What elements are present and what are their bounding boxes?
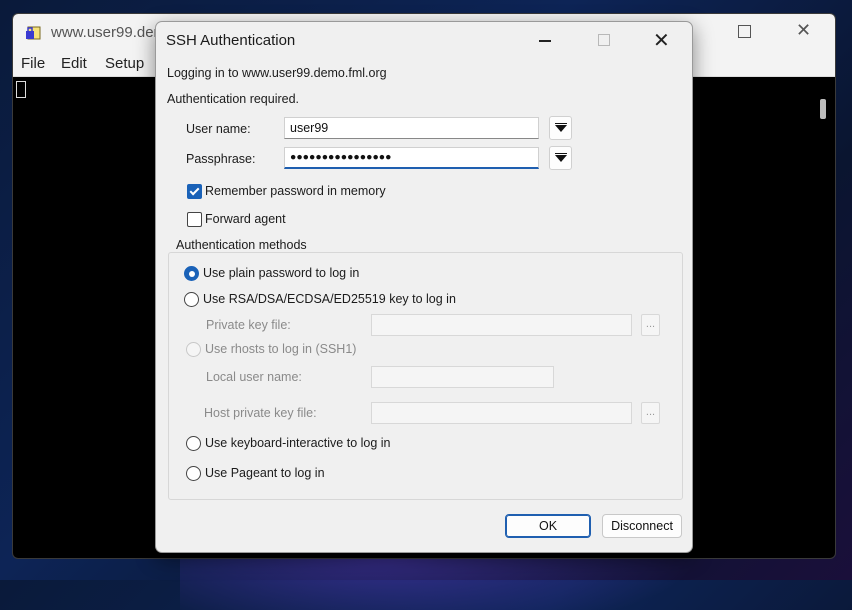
- maximize-icon: [598, 34, 610, 46]
- terminal-scrollbar[interactable]: [820, 99, 826, 119]
- menu-file[interactable]: File: [21, 55, 45, 72]
- auth-methods-legend: Authentication methods: [172, 238, 311, 252]
- host-key-field: [371, 402, 632, 424]
- forward-agent-label[interactable]: Forward agent: [205, 212, 286, 226]
- passphrase-label: Passphrase:: [186, 152, 256, 166]
- keyboard-interactive-radio[interactable]: [186, 436, 201, 451]
- private-key-field: [371, 314, 632, 336]
- app-icon: [26, 26, 41, 40]
- terminal-cursor: [16, 81, 26, 98]
- dialog-title: SSH Authentication: [166, 32, 296, 49]
- passphrase-history-button[interactable]: [549, 146, 572, 170]
- rsa-key-label[interactable]: Use RSA/DSA/ECDSA/ED25519 key to log in: [203, 292, 456, 306]
- chevron-down-icon: [555, 155, 567, 162]
- maximize-icon[interactable]: [738, 25, 751, 38]
- ok-button[interactable]: OK: [505, 514, 591, 538]
- minimize-icon[interactable]: [539, 40, 551, 42]
- pageant-radio[interactable]: [186, 466, 201, 481]
- ssh-auth-dialog: SSH Authentication ✕ Logging in to www.u…: [155, 21, 693, 553]
- dropdown-bar-icon: [555, 123, 567, 124]
- local-user-field: [371, 366, 554, 388]
- private-key-browse-button: ...: [641, 314, 660, 336]
- rsa-key-radio[interactable]: [184, 292, 199, 307]
- logging-in-text: Logging in to www.user99.demo.fml.org: [167, 66, 387, 80]
- menu-setup[interactable]: Setup: [105, 55, 144, 72]
- plain-password-label[interactable]: Use plain password to log in: [203, 266, 359, 280]
- private-key-label: Private key file:: [206, 318, 291, 332]
- pageant-label[interactable]: Use Pageant to log in: [205, 466, 325, 480]
- host-key-browse-button: ...: [641, 402, 660, 424]
- terminal-title: www.user99.dem: [51, 24, 167, 41]
- close-icon[interactable]: ✕: [796, 20, 811, 41]
- chevron-down-icon: [555, 125, 567, 132]
- auth-required-text: Authentication required.: [167, 92, 300, 106]
- disconnect-button[interactable]: Disconnect: [602, 514, 682, 538]
- keyboard-interactive-label[interactable]: Use keyboard-interactive to log in: [205, 436, 391, 450]
- forward-agent-checkbox[interactable]: [187, 212, 202, 227]
- rhosts-radio: [186, 342, 201, 357]
- dropdown-bar-icon: [555, 153, 567, 154]
- close-icon[interactable]: ✕: [653, 28, 670, 53]
- rhosts-label: Use rhosts to log in (SSH1): [205, 342, 357, 356]
- remember-password-checkbox[interactable]: [187, 184, 202, 199]
- menu-edit[interactable]: Edit: [61, 55, 87, 72]
- host-key-label: Host private key file:: [204, 406, 317, 420]
- passphrase-field[interactable]: ●●●●●●●●●●●●●●●●: [284, 147, 539, 169]
- username-history-button[interactable]: [549, 116, 572, 140]
- remember-password-label[interactable]: Remember password in memory: [205, 184, 386, 198]
- local-user-label: Local user name:: [206, 370, 302, 384]
- username-label: User name:: [186, 122, 251, 136]
- plain-password-radio[interactable]: [184, 266, 199, 281]
- username-field[interactable]: user99: [284, 117, 539, 139]
